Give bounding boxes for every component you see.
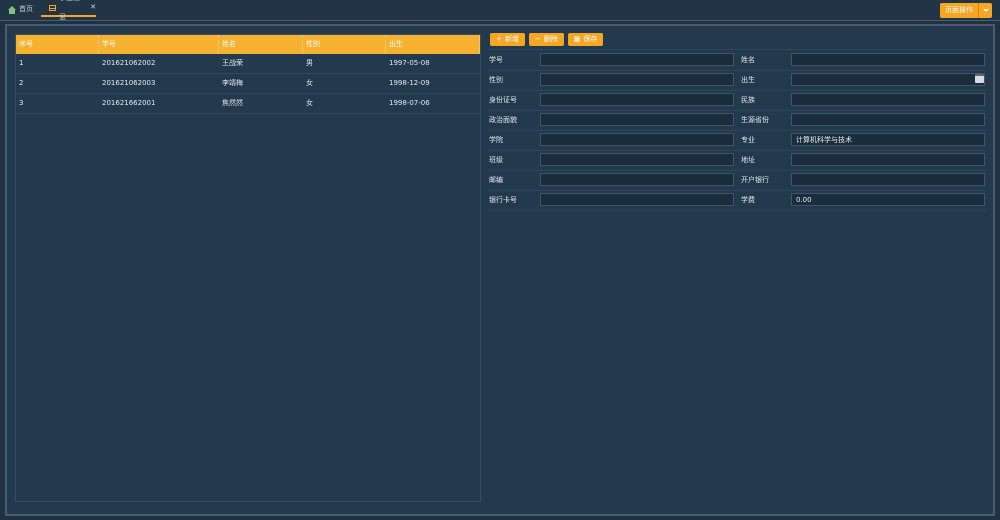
id-card-label: 身份证号 (489, 96, 517, 104)
political-status-input[interactable] (540, 113, 734, 126)
col-header-student-id[interactable]: 学号 (99, 35, 219, 54)
add-button-label: 新增 (504, 35, 519, 43)
form-row: 班级 地址 (488, 150, 986, 171)
save-button[interactable]: ▦ 保存 (567, 33, 604, 46)
grid-header: 序号 学号 姓名 性别 出生 (16, 35, 480, 54)
cell-name: 李靖梅 (222, 79, 243, 87)
table-icon (49, 4, 57, 11)
form-row: 银行卡号 学费 (488, 190, 986, 211)
class-input[interactable] (540, 153, 734, 166)
col-header-gender[interactable]: 性别 (303, 35, 386, 54)
political-status-label: 政治面貌 (489, 116, 517, 124)
address-input[interactable] (791, 153, 985, 166)
page-ops-button[interactable]: 页面操作 (940, 3, 978, 18)
student-grid: 序号 学号 姓名 性别 出生 1 201621062002 王战荣 男 1997… (15, 34, 481, 502)
ethnicity-input[interactable] (791, 93, 985, 106)
delete-button-label: 删除 (543, 35, 558, 43)
tab-student-info[interactable]: 学生信息 ✕ (41, 0, 96, 21)
address-label: 地址 (741, 156, 755, 164)
tuition-label: 学费 (741, 196, 755, 204)
bank-input[interactable] (791, 173, 985, 186)
gender-label: 性别 (489, 76, 503, 84)
cell-index: 2 (19, 79, 24, 87)
form-row: 邮编 开户银行 (488, 170, 986, 191)
table-row[interactable]: 3 201621662001 焦然然 女 1998-07-06 (16, 94, 480, 114)
postcode-input[interactable] (540, 173, 734, 186)
home-icon (8, 5, 16, 14)
major-input[interactable] (791, 133, 985, 146)
col-header-index[interactable]: 序号 (16, 35, 99, 54)
cell-student-id: 201621062002 (102, 59, 156, 67)
name-input[interactable] (791, 53, 985, 66)
form-toolbar: + 新增 − 删除 ▦ 保存 (490, 33, 604, 46)
form-row: 学院 专业 (488, 130, 986, 151)
cell-student-id: 201621062003 (102, 79, 156, 87)
cell-birth: 1998-12-09 (389, 79, 430, 87)
save-button-label: 保存 (583, 35, 598, 43)
bank-card-label: 银行卡号 (489, 196, 517, 204)
name-label: 姓名 (741, 56, 755, 64)
close-icon[interactable]: ✕ (90, 0, 96, 17)
origin-province-input[interactable] (791, 113, 985, 126)
form-row: 学号 姓名 (488, 50, 986, 71)
gender-input[interactable] (540, 73, 734, 86)
col-header-birth[interactable]: 出生 (386, 35, 480, 54)
table-row[interactable]: 2 201621062003 李靖梅 女 1998-12-09 (16, 74, 480, 94)
student-id-input[interactable] (540, 53, 734, 66)
college-input[interactable] (540, 133, 734, 146)
calendar-icon[interactable] (975, 74, 984, 83)
chevron-down-icon[interactable] (978, 3, 992, 18)
cell-gender: 女 (306, 79, 313, 87)
cell-birth: 1997-05-08 (389, 59, 430, 67)
form-row: 身份证号 民族 (488, 90, 986, 111)
delete-button[interactable]: − 删除 (528, 33, 564, 46)
birth-date-input[interactable] (791, 73, 985, 86)
tab-student-label: 学生信息 (59, 0, 80, 21)
page-ops-dropdown[interactable]: 页面操作 (940, 3, 992, 18)
bank-card-input[interactable] (540, 193, 734, 206)
table-row[interactable]: 1 201621062002 王战荣 男 1997-05-08 (16, 54, 480, 74)
postcode-label: 邮编 (489, 176, 503, 184)
ethnicity-label: 民族 (741, 96, 755, 104)
student-id-label: 学号 (489, 56, 503, 64)
tuition-input[interactable] (791, 193, 985, 206)
tab-home[interactable]: 首页 (8, 0, 33, 19)
class-label: 班级 (489, 156, 503, 164)
cell-student-id: 201621662001 (102, 99, 156, 107)
cell-index: 3 (19, 99, 24, 107)
tab-bar: 首页 学生信息 ✕ 页面操作 (0, 0, 1000, 21)
form-row: 性别 出生 (488, 70, 986, 91)
save-icon: ▦ (573, 35, 581, 43)
cell-name: 王战荣 (222, 59, 243, 67)
college-label: 学院 (489, 136, 503, 144)
minus-icon: − (534, 35, 541, 43)
birth-label: 出生 (741, 76, 755, 84)
bank-label: 开户银行 (741, 176, 769, 184)
cell-name: 焦然然 (222, 99, 243, 107)
form-row: 政治面貌 生源省份 (488, 110, 986, 131)
cell-birth: 1998-07-06 (389, 99, 430, 107)
cell-index: 1 (19, 59, 24, 67)
origin-province-label: 生源省份 (741, 116, 769, 124)
id-card-input[interactable] (540, 93, 734, 106)
plus-icon: + (496, 35, 502, 43)
major-label: 专业 (741, 136, 755, 144)
cell-gender: 男 (306, 59, 313, 67)
col-header-name[interactable]: 姓名 (219, 35, 303, 54)
tab-home-label: 首页 (19, 5, 33, 13)
cell-gender: 女 (306, 99, 313, 107)
add-button[interactable]: + 新增 (490, 33, 525, 46)
